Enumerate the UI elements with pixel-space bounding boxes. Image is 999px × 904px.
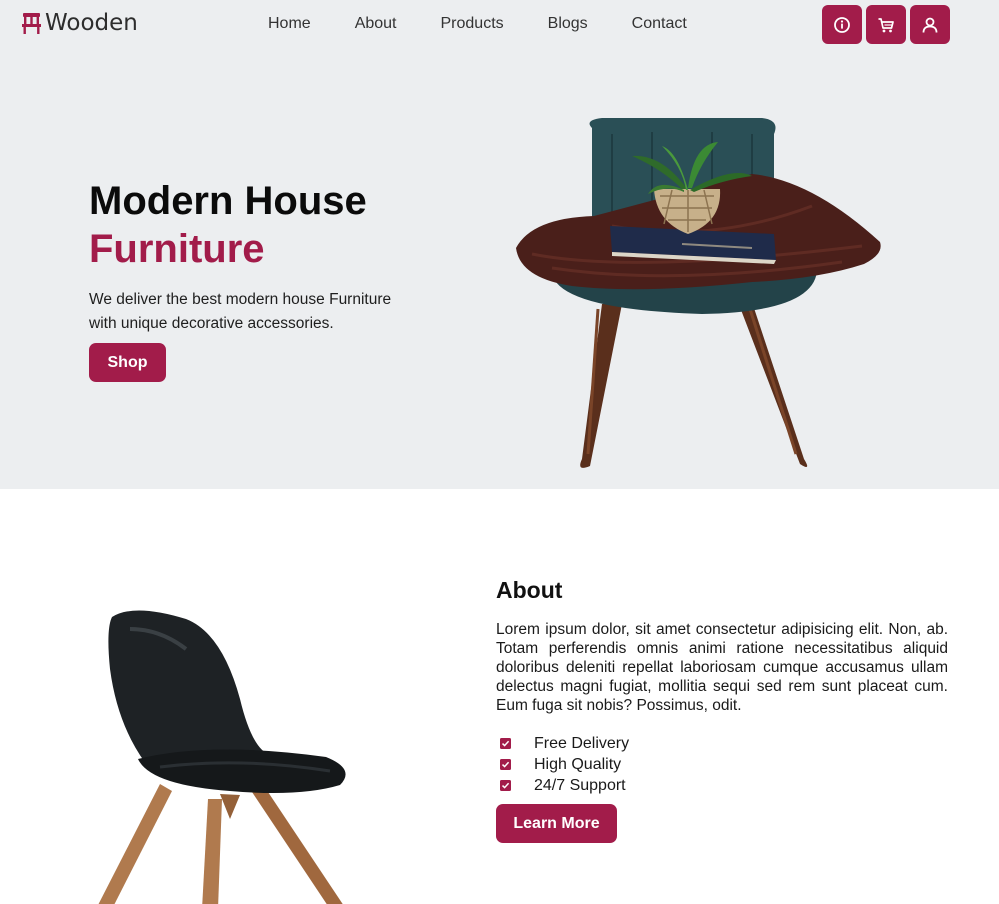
nav-link-about[interactable]: About [355,15,397,33]
check-icon [500,780,511,791]
list-item: 24/7 Support [496,775,629,796]
cart-icon [878,17,894,32]
nav-action-buttons [822,5,950,44]
about-text: Lorem ipsum dolor, sit amet consectetur … [496,621,948,714]
user-icon [922,17,938,33]
top-navbar: Wooden Home About Products Blogs Contact [0,0,999,52]
main-menu: Home About Products Blogs Contact [268,15,687,33]
info-button[interactable] [822,5,862,44]
check-icon [500,738,511,749]
shop-button[interactable]: Shop [89,343,166,382]
feature-label: 24/7 Support [534,776,626,794]
nav-link-contact[interactable]: Contact [632,15,687,33]
nav-link-home[interactable]: Home [268,15,311,33]
list-item: Free Delivery [496,733,629,754]
learn-more-button[interactable]: Learn More [496,804,617,843]
hero-description: We deliver the best modern house Furnitu… [89,291,392,332]
nav-link-products[interactable]: Products [441,15,504,33]
about-title: About [496,577,563,603]
feature-label: High Quality [534,755,622,773]
list-item: High Quality [496,754,629,775]
info-icon [834,16,850,33]
brand-name: Wooden [45,10,138,36]
hero-title-line2: Furniture [89,227,265,271]
brand-logo[interactable]: Wooden [22,10,138,36]
chair-icon [22,13,41,34]
feature-label: Free Delivery [534,734,630,752]
hero-title-line1: Modern House [89,179,367,223]
account-button[interactable] [910,5,950,44]
hero-section: Modern House Furniture We deliver the be… [0,52,999,489]
about-section: About Lorem ipsum dolor, sit amet consec… [0,489,999,904]
cart-button[interactable] [866,5,906,44]
velvet-chair-with-plant-image [516,118,881,468]
feature-list: Free Delivery High Quality 24/7 Support [496,733,629,796]
nav-link-blogs[interactable]: Blogs [548,15,588,33]
black-chair-image [98,610,346,904]
hero-title: Modern House Furniture [89,177,367,273]
check-icon [500,759,511,770]
